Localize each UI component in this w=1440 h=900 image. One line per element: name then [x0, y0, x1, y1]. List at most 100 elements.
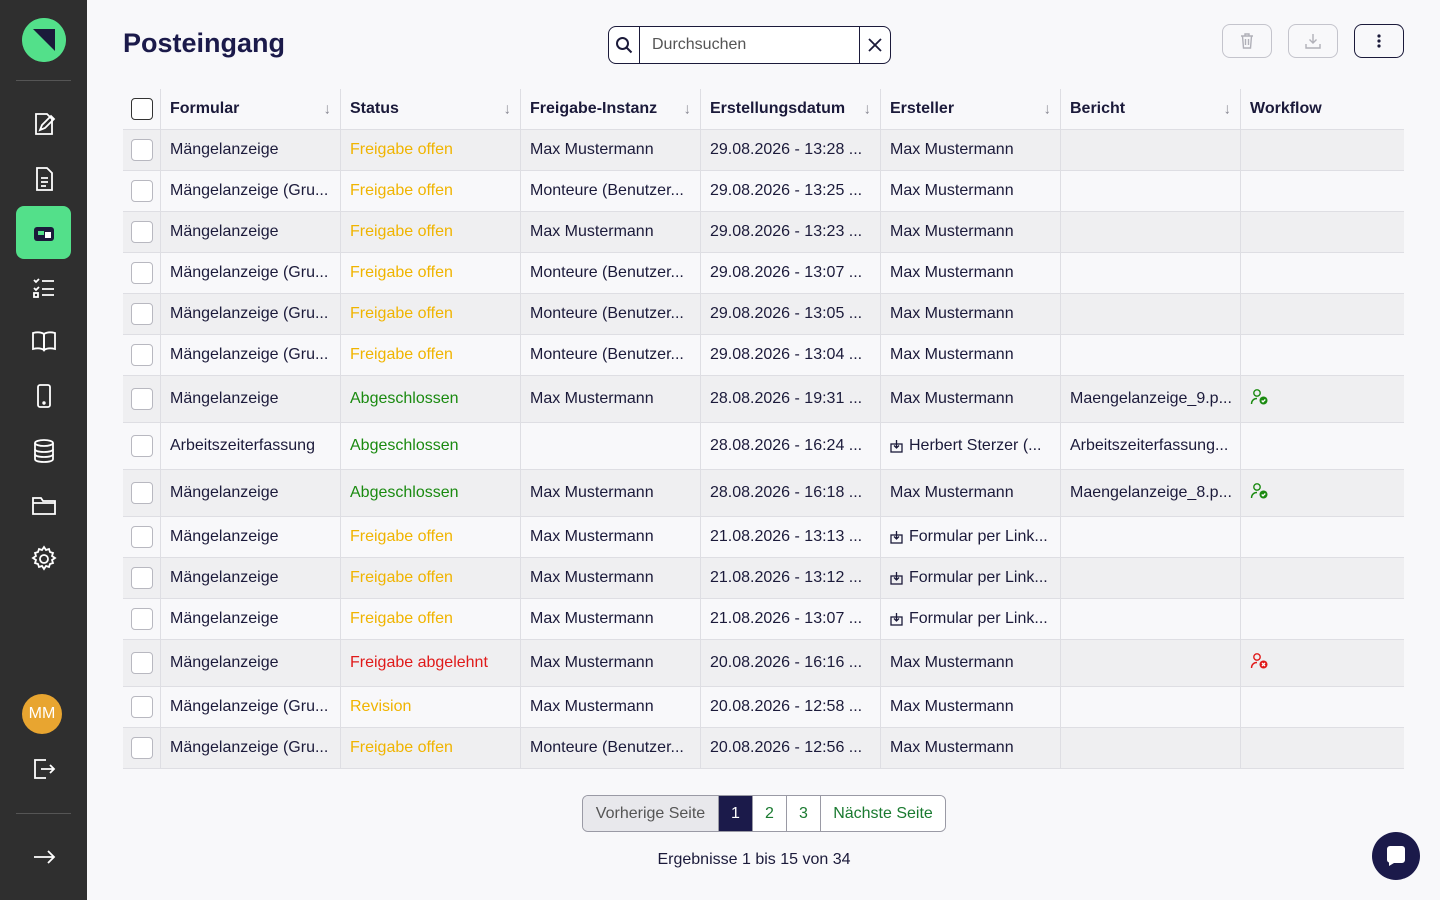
- row-checkbox[interactable]: [131, 180, 153, 202]
- cell-bericht: [1061, 599, 1241, 639]
- next-page-button[interactable]: Nächste Seite: [821, 796, 945, 831]
- table-row[interactable]: Mängelanzeige Freigabe offen Max Musterman…: [123, 517, 1404, 558]
- table-row[interactable]: Mängelanzeige Freigabe offen Max Musterman…: [123, 212, 1404, 253]
- more-options-button[interactable]: [1354, 24, 1404, 58]
- avatar[interactable]: MM: [22, 694, 62, 734]
- table-row[interactable]: Mängelanzeige Freigabe offen Max Musterman…: [123, 558, 1404, 599]
- row-checkbox[interactable]: [131, 567, 153, 589]
- cell-erstellungsdatum: 28.08.2026 - 16:24 ...: [701, 423, 881, 469]
- column-header-status[interactable]: Status ↓: [341, 89, 521, 129]
- table-row[interactable]: Mängelanzeige Abgeschlossen Max Mustermann…: [123, 376, 1404, 423]
- page-1-button[interactable]: 1: [719, 796, 753, 831]
- row-checkbox[interactable]: [131, 482, 153, 504]
- row-checkbox[interactable]: [131, 344, 153, 366]
- cell-workflow: [1241, 558, 1404, 598]
- table-row[interactable]: Mängelanzeige (Gru... Freigabe offen Monte…: [123, 171, 1404, 212]
- table-row[interactable]: Mängelanzeige Freigabe offen Max Musterman…: [123, 599, 1404, 640]
- sort-icon[interactable]: ↓: [1044, 101, 1052, 118]
- column-header-formular[interactable]: Formular ↓: [161, 89, 341, 129]
- chat-button[interactable]: [1372, 832, 1420, 880]
- user-approved-icon[interactable]: [1250, 388, 1270, 411]
- column-header-workflow: Workflow: [1241, 89, 1404, 129]
- row-checkbox[interactable]: [131, 139, 153, 161]
- sidebar-item-tasks[interactable]: [16, 260, 71, 313]
- results-count: Ergebnisse 1 bis 15 von 34: [657, 851, 851, 868]
- sort-icon[interactable]: ↓: [504, 101, 512, 118]
- sidebar-item-inbox[interactable]: [16, 206, 71, 259]
- sort-icon[interactable]: ↓: [324, 101, 332, 118]
- table-row[interactable]: Mängelanzeige (Gru... Freigabe offen Monte…: [123, 728, 1404, 769]
- user-rejected-icon[interactable]: [1250, 652, 1270, 675]
- sidebar-item-handbook[interactable]: [16, 314, 71, 367]
- row-checkbox[interactable]: [131, 696, 153, 718]
- cell-erstellungsdatum: 20.08.2026 - 16:16 ...: [701, 640, 881, 686]
- table-row[interactable]: Mängelanzeige (Gru... Freigabe offen Monte…: [123, 253, 1404, 294]
- row-checkbox[interactable]: [131, 221, 153, 243]
- cell-ersteller: Max Mustermann: [881, 171, 1061, 211]
- sidebar-item-files[interactable]: [16, 478, 71, 531]
- logout-button[interactable]: [16, 742, 71, 795]
- row-checkbox-cell: [123, 294, 161, 334]
- table-row[interactable]: Mängelanzeige Freigabe abgelehnt Max Muste…: [123, 640, 1404, 687]
- table-row[interactable]: Mängelanzeige Freigabe offen Max Musterman…: [123, 130, 1404, 171]
- sort-icon[interactable]: ↓: [1224, 101, 1232, 118]
- sidebar-item-form-editor[interactable]: [16, 97, 71, 150]
- page-3-button[interactable]: 3: [787, 796, 821, 831]
- ersteller-name: Max Mustermann: [890, 654, 1014, 671]
- column-header-bericht[interactable]: Bericht ↓: [1061, 89, 1241, 129]
- status-label: Abgeschlossen: [341, 470, 521, 516]
- table-row[interactable]: Mängelanzeige Abgeschlossen Max Mustermann…: [123, 470, 1404, 517]
- cell-bericht: [1061, 558, 1241, 598]
- sort-icon[interactable]: ↓: [864, 101, 872, 118]
- cell-bericht[interactable]: Maengelanzeige_9.p...: [1061, 376, 1241, 422]
- cell-erstellungsdatum: 21.08.2026 - 13:07 ...: [701, 599, 881, 639]
- status-label: Freigabe offen: [341, 599, 521, 639]
- cell-workflow: [1241, 212, 1404, 252]
- column-header-datum[interactable]: Erstellungsdatum ↓: [701, 89, 881, 129]
- delete-button[interactable]: [1222, 24, 1272, 58]
- cell-workflow: [1241, 130, 1404, 170]
- row-checkbox[interactable]: [131, 652, 153, 674]
- row-checkbox[interactable]: [131, 303, 153, 325]
- cell-workflow: [1241, 253, 1404, 293]
- user-approved-icon[interactable]: [1250, 482, 1270, 505]
- download-button[interactable]: [1288, 24, 1338, 58]
- sidebar-item-database[interactable]: [16, 424, 71, 477]
- gear-icon: [30, 544, 57, 571]
- cell-bericht[interactable]: Arbeitszeiterfassung...: [1061, 423, 1241, 469]
- search-box: [608, 26, 891, 64]
- ersteller-name: Herbert Sterzer (...: [909, 437, 1042, 454]
- cell-formular: Arbeitszeiterfassung: [161, 423, 341, 469]
- sidebar-item-mobile[interactable]: [16, 369, 71, 422]
- row-checkbox[interactable]: [131, 608, 153, 630]
- cell-workflow: [1241, 728, 1404, 768]
- row-checkbox[interactable]: [131, 526, 153, 548]
- search-icon[interactable]: [609, 27, 640, 63]
- cell-bericht[interactable]: Maengelanzeige_8.p...: [1061, 470, 1241, 516]
- column-header-ersteller[interactable]: Ersteller ↓: [881, 89, 1061, 129]
- row-checkbox[interactable]: [131, 388, 153, 410]
- table-row[interactable]: Mängelanzeige (Gru... Freigabe offen Monte…: [123, 335, 1404, 376]
- cell-bericht: [1061, 294, 1241, 334]
- row-checkbox-cell: [123, 423, 161, 469]
- clear-search-button[interactable]: [859, 27, 890, 63]
- select-all-checkbox[interactable]: [131, 98, 153, 120]
- page-2-button[interactable]: 2: [753, 796, 787, 831]
- sidebar-item-documents[interactable]: [16, 152, 71, 205]
- search-input[interactable]: [640, 27, 859, 63]
- row-checkbox[interactable]: [131, 262, 153, 284]
- row-checkbox[interactable]: [131, 737, 153, 759]
- expand-sidebar-button[interactable]: [16, 830, 71, 883]
- cell-freigabe-instanz: Monteure (Benutzer...: [521, 728, 701, 768]
- sidebar-item-settings[interactable]: [16, 532, 71, 585]
- cell-freigabe-instanz: Max Mustermann: [521, 599, 701, 639]
- sort-icon[interactable]: ↓: [684, 101, 692, 118]
- column-header-instanz[interactable]: Freigabe-Instanz ↓: [521, 89, 701, 129]
- table-row[interactable]: Mängelanzeige (Gru... Freigabe offen Monte…: [123, 294, 1404, 335]
- logo[interactable]: [22, 18, 66, 62]
- column-label: Bericht: [1070, 100, 1126, 117]
- table-row[interactable]: Arbeitszeiterfassung Abgeschlossen 28.08.2…: [123, 423, 1404, 470]
- table-row[interactable]: Mängelanzeige (Gru... Revision Max Musterm…: [123, 687, 1404, 728]
- row-checkbox[interactable]: [131, 435, 153, 457]
- previous-page-button[interactable]: Vorherige Seite: [583, 796, 719, 831]
